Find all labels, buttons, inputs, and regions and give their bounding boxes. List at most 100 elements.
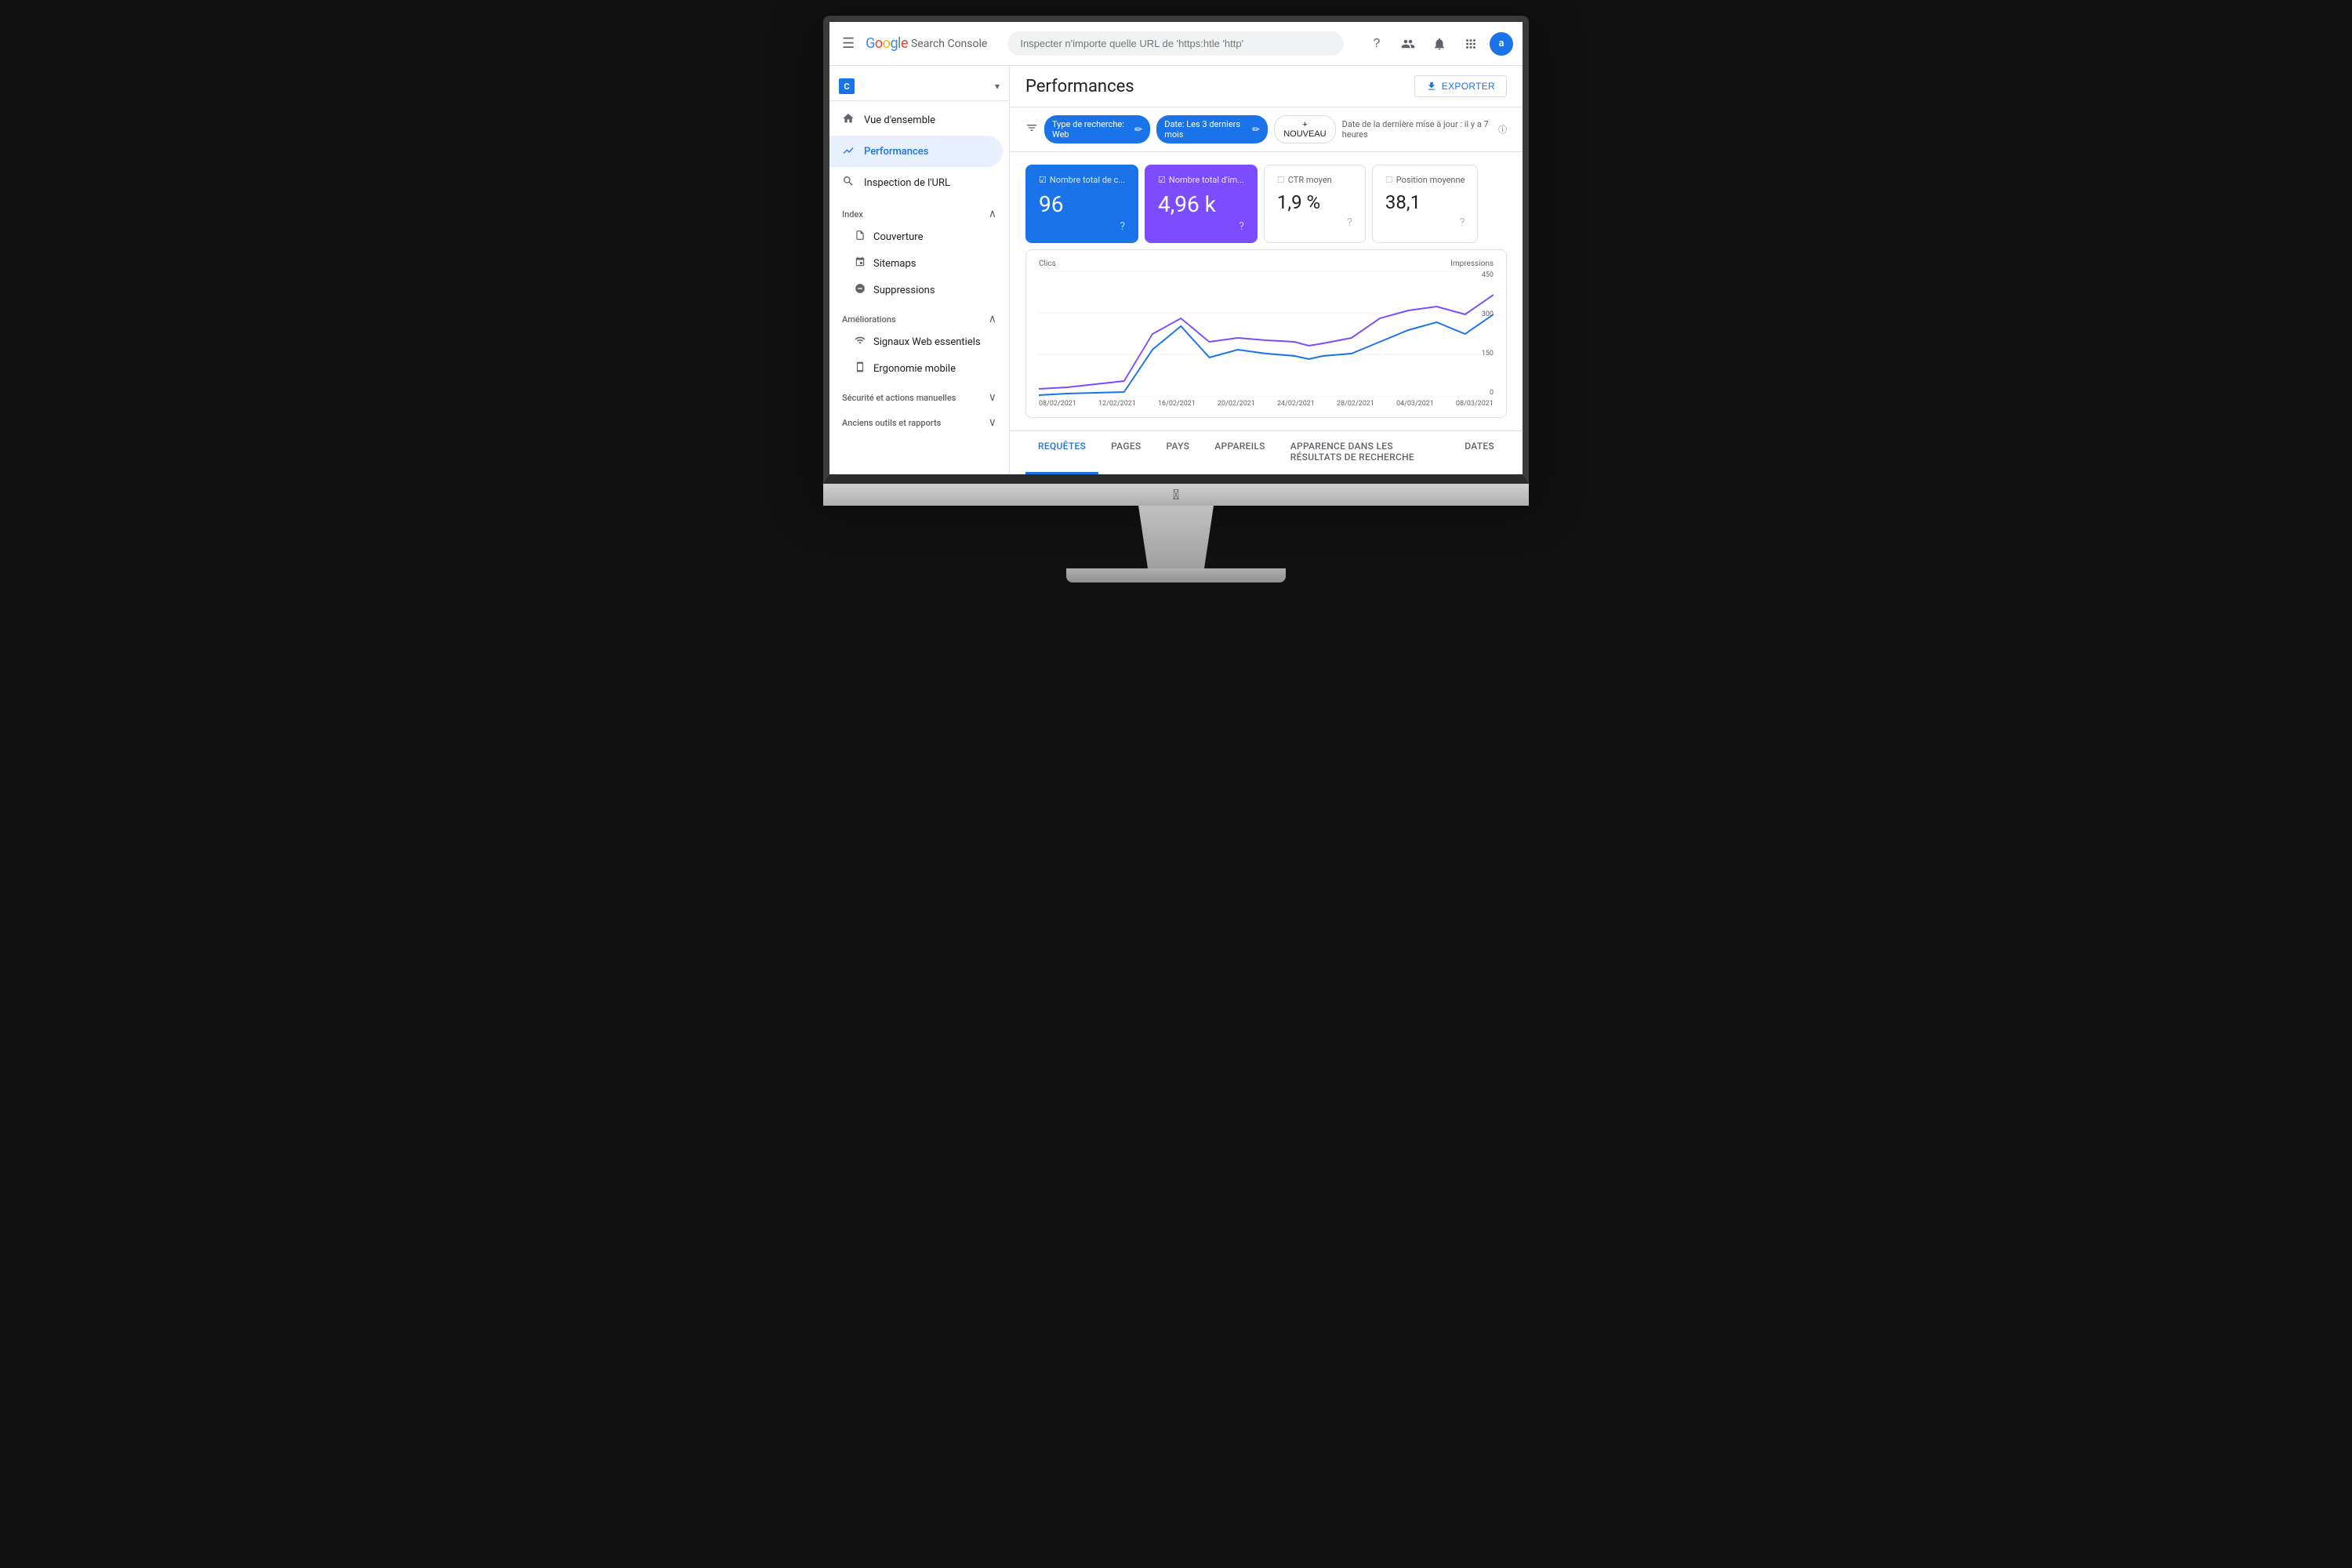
sidebar-item-ergonomie[interactable]: Ergonomie mobile (829, 355, 1003, 382)
securite-toggle[interactable]: ∨ (989, 391, 996, 404)
sidebar-item-url-inspection[interactable]: Inspection de l'URL (829, 167, 1003, 198)
sitemaps-label: Sitemaps (873, 258, 916, 270)
couverture-icon (855, 230, 866, 244)
chart-container: Clics Impressions 450 300 150 0 (1025, 249, 1507, 418)
index-section-label: Index (842, 209, 863, 220)
export-label: EXPORTER (1442, 81, 1495, 92)
y-tick-0: 0 (1490, 389, 1494, 397)
date-label-4: 24/02/2021 (1277, 400, 1315, 408)
section-anciens: Anciens outils et rapports ∨ (829, 407, 1009, 432)
app-logo: Google Search Console (866, 35, 987, 52)
section-ameliorations: Améliorations ∧ (829, 303, 1009, 328)
signaux-web-label: Signaux Web essentiels (873, 336, 981, 348)
filter-chip-type[interactable]: Type de recherche: Web ✏ (1044, 115, 1150, 143)
ergonomie-label: Ergonomie mobile (873, 363, 956, 375)
y-tick-450: 450 (1482, 271, 1494, 279)
chart-dates-row: 08/02/2021 12/02/2021 16/02/2021 20/02/2… (1039, 400, 1494, 408)
nav-icons-group: ? a (1364, 31, 1513, 56)
apps-icon[interactable] (1458, 31, 1483, 56)
notifications-icon[interactable] (1427, 31, 1452, 56)
apple-logo:  (1173, 487, 1179, 503)
sidebar-item-overview[interactable]: Vue d'ensemble (829, 104, 1003, 136)
property-icon: C (839, 78, 855, 94)
y-tick-300: 300 (1482, 310, 1494, 318)
help-icon[interactable]: ? (1364, 31, 1389, 56)
home-icon (842, 112, 855, 128)
user-avatar[interactable]: a (1490, 32, 1513, 56)
monitor-stand-top:  (823, 484, 1529, 506)
search-input[interactable] (1007, 31, 1344, 56)
chart-right-label: Impressions (1450, 260, 1494, 268)
filter-chip-date[interactable]: Date: Les 3 derniers mois ✏ (1156, 115, 1268, 143)
sidebar-item-signaux-web[interactable]: Signaux Web essentiels (829, 328, 1003, 355)
performances-icon (842, 143, 855, 159)
filter-date-label: Date: Les 3 derniers mois (1164, 119, 1249, 140)
metric-impressions-help: ? (1239, 220, 1244, 233)
top-navigation: ☰ Google Search Console ? (829, 22, 1523, 66)
chart-svg (1039, 271, 1494, 397)
sidebar-item-sitemaps[interactable]: Sitemaps (829, 250, 1003, 277)
sidebar-item-couverture[interactable]: Couverture (829, 223, 1003, 250)
signaux-icon (855, 335, 866, 349)
filter-date-edit-icon[interactable]: ✏ (1252, 124, 1260, 135)
securite-label: Sécurité et actions manuelles (842, 393, 956, 403)
date-label-3: 20/02/2021 (1218, 400, 1255, 408)
date-label-6: 04/03/2021 (1396, 400, 1434, 408)
export-button[interactable]: EXPORTER (1414, 75, 1507, 97)
date-info: Date de la dernière mise à jour : il y a… (1342, 119, 1507, 140)
tab-dates[interactable]: DATES (1452, 431, 1507, 474)
metric-clics-label: ☑ Nombre total de c... (1039, 175, 1125, 185)
search-icon (842, 175, 855, 191)
date-label-2: 16/02/2021 (1158, 400, 1196, 408)
property-selector[interactable]: C ▾ (829, 72, 1009, 101)
url-inspection-label: Inspection de l'URL (864, 177, 950, 189)
metric-ctr-help: ? (1347, 216, 1352, 229)
filter-type-edit-icon[interactable]: ✏ (1134, 124, 1142, 135)
anciens-toggle[interactable]: ∨ (989, 416, 996, 429)
metric-card-position[interactable]: ☐ Position moyenne 38,1 ? (1372, 165, 1479, 243)
sidebar-item-performances[interactable]: Performances (829, 136, 1003, 167)
date-label-1: 12/02/2021 (1098, 400, 1136, 408)
logo-searchconsole: Search Console (911, 38, 987, 50)
index-toggle[interactable]: ∧ (989, 208, 996, 220)
hamburger-menu[interactable]: ☰ (839, 32, 858, 55)
date-label-7: 08/03/2021 (1456, 400, 1494, 408)
property-dropdown-arrow[interactable]: ▾ (995, 81, 1000, 92)
sidebar-item-suppressions[interactable]: Suppressions (829, 277, 1003, 303)
filters-bar: Type de recherche: Web ✏ Date: Les 3 der… (1010, 107, 1523, 152)
section-securite: Sécurité et actions manuelles ∨ (829, 382, 1009, 407)
metric-ctr-value: 1,9 % (1277, 191, 1352, 213)
content-area: Performances EXPORTER Type de recherche:… (1010, 66, 1523, 474)
metric-clics-help: ? (1120, 220, 1125, 233)
metric-position-help: ? (1460, 216, 1465, 229)
tab-pages[interactable]: PAGES (1098, 431, 1153, 474)
section-index: Index ∧ (829, 198, 1009, 223)
ameliorations-toggle[interactable]: ∧ (989, 313, 996, 325)
suppressions-label: Suppressions (873, 285, 935, 296)
overview-label: Vue d'ensemble (864, 114, 935, 126)
accounts-icon[interactable] (1396, 31, 1421, 56)
metric-card-ctr[interactable]: ☐ CTR moyen 1,9 % ? (1264, 165, 1366, 243)
tab-pays[interactable]: PAYS (1153, 431, 1202, 474)
metric-card-clics[interactable]: ☑ Nombre total de c... 96 ? (1025, 165, 1138, 243)
monitor-stand-neck (1129, 506, 1223, 568)
metric-card-impressions[interactable]: ☑ Nombre total d'im... 4,96 k ? (1145, 165, 1258, 243)
metric-position-label: ☐ Position moyenne (1385, 175, 1465, 185)
sidebar: C ▾ Vue d'ensemble Perf (829, 66, 1010, 474)
chart-left-label: Clics (1039, 260, 1056, 268)
filter-icon[interactable] (1025, 122, 1038, 137)
date-label-0: 08/02/2021 (1039, 400, 1076, 408)
search-bar[interactable] (1007, 31, 1344, 56)
ergonomie-icon (855, 361, 866, 376)
chart-axis-labels: Clics Impressions (1039, 260, 1494, 268)
content-tabs: REQUÊTES PAGES PAYS APPAREILS APPARENCE … (1010, 430, 1523, 474)
metric-impressions-value: 4,96 k (1158, 191, 1244, 217)
metric-ctr-label: ☐ CTR moyen (1277, 175, 1352, 185)
tab-appareils[interactable]: APPAREILS (1202, 431, 1278, 474)
tab-requetes[interactable]: REQUÊTES (1025, 431, 1098, 474)
filter-type-label: Type de recherche: Web (1052, 119, 1131, 140)
page-title: Performances (1025, 77, 1134, 96)
add-filter-button[interactable]: + NOUVEAU (1274, 115, 1335, 143)
main-layout: C ▾ Vue d'ensemble Perf (829, 66, 1523, 474)
tab-apparence[interactable]: APPARENCE DANS LES RÉSULTATS DE RECHERCH… (1278, 431, 1452, 474)
